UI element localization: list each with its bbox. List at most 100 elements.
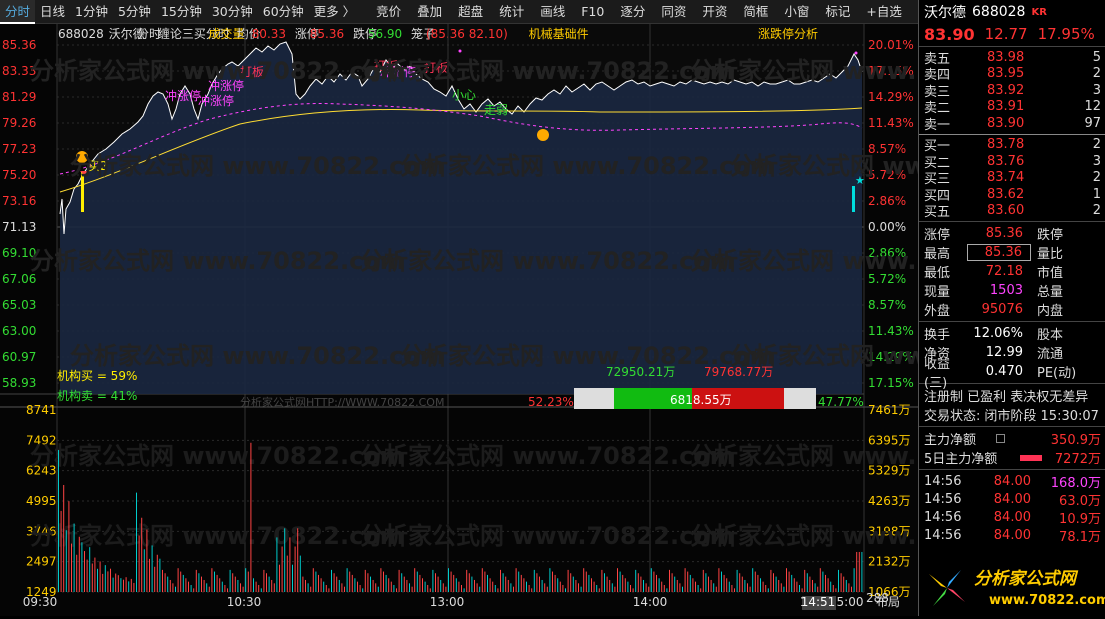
vol-bar [648, 586, 650, 592]
tick-row: 14:56 84.00 78.1万 [919, 526, 1105, 545]
vol-bar [669, 569, 670, 592]
anno-zouruo: 走弱 [484, 103, 508, 117]
vol-bar [845, 579, 847, 592]
vol-bar [419, 574, 421, 592]
tab-0[interactable]: 分时 [0, 0, 36, 24]
info-icon[interactable] [996, 434, 1005, 443]
vol-bar [94, 557, 96, 592]
vol-bar [736, 569, 738, 592]
vol-bar [318, 574, 319, 592]
tool-7[interactable]: 同资 [656, 0, 691, 24]
tab-3[interactable]: 5分钟 [113, 0, 156, 24]
last-price: 83.90 [924, 24, 975, 44]
tab-4[interactable]: 15分钟 [156, 0, 207, 24]
vol-bar [754, 571, 756, 592]
tool-11[interactable]: 标记 [820, 0, 855, 24]
vol-bar [663, 585, 665, 592]
vol-bar [614, 586, 616, 592]
vol-bar [336, 576, 338, 592]
tool-10[interactable]: 小窗 [779, 0, 814, 24]
vol-bar [523, 578, 525, 592]
vol-bar [71, 543, 72, 592]
price-tick-left: 79.26 [2, 116, 36, 130]
tool-9[interactable]: 简框 [738, 0, 773, 24]
vol-bar [583, 568, 585, 592]
vol-bar [297, 528, 299, 592]
reg-info: 注册制 已盈利 表决权无差异 [924, 390, 1089, 405]
stat-key2: 流通 [1037, 347, 1064, 362]
vol-bar [182, 574, 184, 592]
main5-value: 7272万 [1054, 452, 1101, 467]
tool-1[interactable]: 叠加 [412, 0, 447, 24]
tool-3[interactable]: 统计 [494, 0, 529, 24]
vol-bar [409, 583, 410, 592]
intraday-chart[interactable]: 688028 沃尔德分时缠论三买分时成交量均价80.33 涨停85.36 跌停56.9… [0, 24, 1105, 616]
vol-bar [489, 578, 491, 592]
watermark: 分析家公式网 www.70822.com [70, 342, 445, 370]
tab-1[interactable]: 日线 [35, 0, 70, 24]
bid-row: 买二 83.76 3 [919, 153, 1105, 171]
vol-bar [289, 537, 291, 592]
watermark: 分析家公式网 www.70822.com [360, 247, 735, 275]
vol-bar [250, 442, 252, 592]
vol-bar [89, 547, 91, 592]
vol-bar [528, 585, 530, 592]
vol-bar [110, 568, 111, 592]
tab-5[interactable]: 30分钟 [207, 0, 258, 24]
vol-bar [325, 585, 327, 592]
vol-bar [271, 579, 273, 592]
toolbar: 分时 日线 1分钟 5分钟 15分钟 30分钟 60分钟 更多 〉竞价 叠加 超盘 统计 画线 F10 逐… [0, 0, 943, 24]
tool-8[interactable]: 开资 [697, 0, 732, 24]
time-tick: 09:30 [23, 595, 58, 609]
vol-bar [78, 536, 80, 592]
main5-row: 5日主力净额 7272万 [919, 448, 1105, 467]
vol-bar [214, 571, 215, 592]
vol-bar [344, 586, 345, 592]
header-avg-value: 80.33 [252, 27, 286, 41]
bid-price: 83.74 [987, 170, 1025, 186]
vol-bar [702, 569, 704, 592]
tab-6[interactable]: 60分钟 [258, 0, 309, 24]
inst-sell-amt: 79768.77万 [704, 365, 773, 379]
tool-0[interactable]: 竞价 [371, 0, 406, 24]
vol-bar [84, 551, 85, 592]
tab-2[interactable]: 1分钟 [70, 0, 113, 24]
quote-panel: 沃尔德 688028 KR 83.90 12.77 17.95% 卖五 83.98… [918, 0, 1105, 616]
vol-bar [861, 551, 863, 592]
vol-tick-right: 7461万 [868, 403, 911, 417]
vol-bar [822, 571, 824, 592]
vol-bar [442, 583, 444, 592]
tab-7[interactable]: 更多 〉 [309, 0, 360, 24]
stat-key: 现量 [924, 285, 951, 300]
vol-bar [492, 581, 494, 592]
trade-status-value: 闭市阶段 15:30:07 [984, 409, 1099, 424]
vol-bar [435, 573, 436, 592]
price-tick-right: 11.43% [868, 116, 914, 130]
main-net-row: 主力净额 350.9万 [919, 429, 1105, 448]
vol-bar [81, 542, 83, 592]
vol-bar [474, 579, 475, 592]
tool-6[interactable]: 逐分 [615, 0, 650, 24]
vol-bar [799, 585, 800, 592]
stat-value: 85.36 [967, 244, 1031, 261]
vol-bar [780, 583, 782, 592]
vol-bar [247, 571, 249, 592]
ask-row: 卖五 83.98 5 [919, 49, 1105, 67]
tool-12[interactable]: +自选 [861, 0, 906, 24]
tool-5[interactable]: F10 [576, 0, 609, 24]
vol-bar [401, 573, 403, 592]
vol-bar [229, 569, 231, 592]
vol-tick-left: 2497 [26, 555, 57, 569]
vol-bar [159, 558, 161, 592]
vol-bar [245, 568, 247, 592]
bid-qty: 2 [1092, 137, 1101, 153]
tool-4[interactable]: 画线 [535, 0, 570, 24]
vol-bar [211, 568, 213, 592]
vol-bar [437, 576, 439, 592]
tool-2[interactable]: 超盘 [453, 0, 488, 24]
vol-bar [172, 583, 174, 592]
vol-bar [640, 576, 642, 592]
vol-bar [653, 571, 655, 592]
inst-buy-label: 机构买 = 59% [57, 368, 137, 383]
vol-bar [827, 578, 829, 592]
